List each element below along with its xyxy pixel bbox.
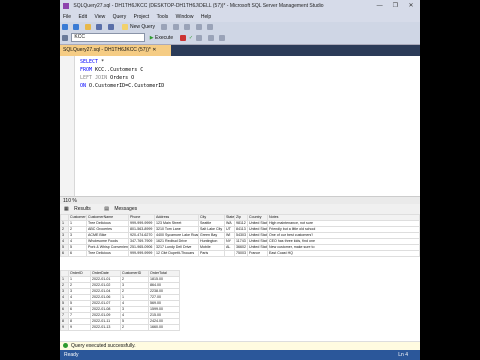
open-file-icon[interactable] (84, 23, 91, 30)
tab-messages[interactable]: ▤ Messages (100, 204, 145, 214)
copy-icon[interactable] (195, 23, 202, 30)
maximize-button[interactable]: ❐ (388, 0, 402, 12)
table-cell[interactable]: United States (247, 220, 268, 227)
forward-icon[interactable] (73, 23, 80, 30)
status-message: Query executed successfully. (71, 343, 136, 349)
tab-results[interactable]: ▦ Results (60, 204, 99, 214)
analysis-query-icon[interactable] (172, 23, 179, 30)
database-engine-query-icon[interactable] (161, 23, 168, 30)
column-header[interactable]: CustomerID (68, 214, 87, 221)
row-number[interactable]: 9 (60, 324, 69, 331)
line-indicator: Ln 4 (398, 352, 408, 358)
table-cell[interactable]: 2 (120, 324, 149, 331)
parse-icon[interactable]: ✓ (189, 35, 193, 41)
tab-sqlquery27[interactable]: SQLQuery27.sql - DH1TH6JKCC (57))* ✕ (60, 45, 171, 56)
menu-bar: File Edit View Query Project Tools Windo… (60, 12, 420, 22)
new-query-button[interactable]: New Query (117, 22, 158, 33)
code-line-1: SELECT * (80, 59, 105, 65)
table-cell[interactable]: 251-965-0906 (128, 244, 155, 251)
table-cell[interactable]: 9 (68, 324, 91, 331)
code-line-2: FROM KCC..Customers C (80, 67, 144, 73)
app-status-bar: Ready Ln 4 (60, 350, 420, 360)
row-number[interactable]: 6 (60, 250, 69, 257)
table-cell[interactable]: United States (247, 226, 268, 233)
table-cell[interactable]: 54303 (234, 232, 248, 239)
editor-gutter (60, 56, 75, 196)
execute-icon: ▶ (149, 35, 154, 41)
menu-project[interactable]: Project (131, 12, 153, 22)
sql-editor-toolbar: KCC ▶ Execute ✓ (60, 33, 420, 45)
ready-label: Ready (64, 352, 79, 358)
table-cell[interactable]: 2022-01-13 (90, 324, 121, 331)
table-cell[interactable]: 12 Cité Dupetit-Thouars (154, 250, 199, 257)
window-controls: — ❐ ✕ (373, 0, 418, 12)
query-editor[interactable]: SELECT * FROM KCC..Customers C LEFT JOIN… (60, 56, 420, 196)
table-cell[interactable]: 6 (68, 250, 87, 257)
close-button[interactable]: ✕ (404, 0, 418, 12)
menu-window[interactable]: Window (173, 12, 197, 22)
column-header[interactable]: State (224, 214, 235, 221)
undo-icon[interactable] (206, 23, 213, 30)
new-query-icon (121, 23, 128, 30)
database-selector[interactable]: KCC (71, 33, 146, 43)
connect-icon[interactable] (62, 34, 68, 41)
table-cell[interactable]: 999-999-9999 (128, 220, 155, 227)
results-to-grid-icon[interactable] (207, 34, 214, 41)
ssms-logo-icon (63, 2, 69, 9)
menu-query[interactable]: Query (110, 12, 130, 22)
execute-label: Execute (155, 35, 174, 41)
table-cell[interactable]: 1660.00 (148, 324, 180, 331)
cut-icon[interactable] (184, 23, 191, 30)
messages-label: Messages (114, 206, 138, 212)
new-query-label: New Query (129, 24, 155, 30)
table-cell[interactable]: United States (247, 238, 268, 245)
table-cell[interactable]: 801-563-8999 (128, 226, 155, 233)
display-plan-icon[interactable] (196, 34, 203, 41)
ssms-window: SQLQuery27.sql - DH1TH6JKCC (DESKTOP-DH1… (60, 0, 420, 360)
table-cell[interactable]: 347-769-7909 (128, 238, 155, 245)
window-title: SQLQuery27.sql - DH1TH6JKCC (DESKTOP-DH1… (73, 3, 324, 9)
standard-toolbar: New Query (60, 22, 420, 33)
table-cell[interactable]: Tree Delicious (86, 250, 129, 257)
orders-result-grid[interactable]: OrderID OrderDate CustomerID OrderTotal … (60, 270, 180, 331)
table-row[interactable]: 9 9 2022-01-13 2 1660.00 (60, 324, 180, 331)
table-cell[interactable]: Salt Lake City (198, 226, 225, 233)
table-cell[interactable]: United States (247, 232, 268, 239)
table-cell[interactable] (224, 250, 235, 257)
menu-tools[interactable]: Tools (154, 12, 172, 22)
title-bar: SQLQuery27.sql - DH1TH6JKCC (DESKTOP-DH1… (60, 0, 420, 12)
code-line-4: ON O.CustomerID=C.CustomerID (80, 83, 165, 89)
table-cell[interactable]: 98112 (234, 220, 248, 227)
customers-result-grid[interactable]: CustomerID CustomerName Phone Address Ci… (60, 214, 420, 257)
table-cell[interactable]: Paris (198, 250, 225, 257)
minimize-button[interactable]: — (373, 0, 387, 12)
cancel-query-icon[interactable] (179, 34, 186, 41)
table-cell[interactable]: 920-474-6270 (128, 232, 155, 239)
table-cell[interactable]: 4400 Sycamore Lake Road (154, 232, 199, 239)
results-label: Results (74, 206, 91, 212)
code-line-3: LEFT JOIN Orders O (80, 75, 135, 81)
table-cell[interactable]: East Coast HQ (267, 250, 420, 257)
table-cell[interactable]: 999-999-9999 (128, 250, 155, 257)
execute-button[interactable]: ▶ Execute (147, 33, 176, 44)
table-cell[interactable]: 75003 (234, 250, 248, 257)
menu-help[interactable]: Help (198, 12, 214, 22)
menu-view[interactable]: View (91, 12, 108, 22)
save-all-icon[interactable] (107, 23, 114, 30)
success-icon (63, 343, 68, 349)
back-icon[interactable] (62, 23, 68, 30)
table-cell[interactable]: France (247, 250, 268, 257)
table-cell[interactable]: Pork & Whisp Convenience Stores (86, 244, 129, 251)
save-icon[interactable] (96, 23, 103, 30)
table-row[interactable]: 6 6 Tree Delicious 999-999-9999 12 Cité Dupe… (60, 250, 420, 257)
table-cell[interactable]: United States (247, 244, 268, 251)
comment-icon[interactable] (219, 34, 226, 41)
table-cell[interactable]: 11743 (234, 238, 248, 245)
document-tabstrip: SQLQuery27.sql - DH1TH6JKCC (57))* ✕ (60, 45, 420, 56)
table-cell[interactable]: 36602 (234, 244, 248, 251)
menu-edit[interactable]: Edit (75, 12, 90, 22)
table-cell[interactable]: 84113 (234, 226, 248, 233)
menu-file[interactable]: File (60, 12, 74, 22)
